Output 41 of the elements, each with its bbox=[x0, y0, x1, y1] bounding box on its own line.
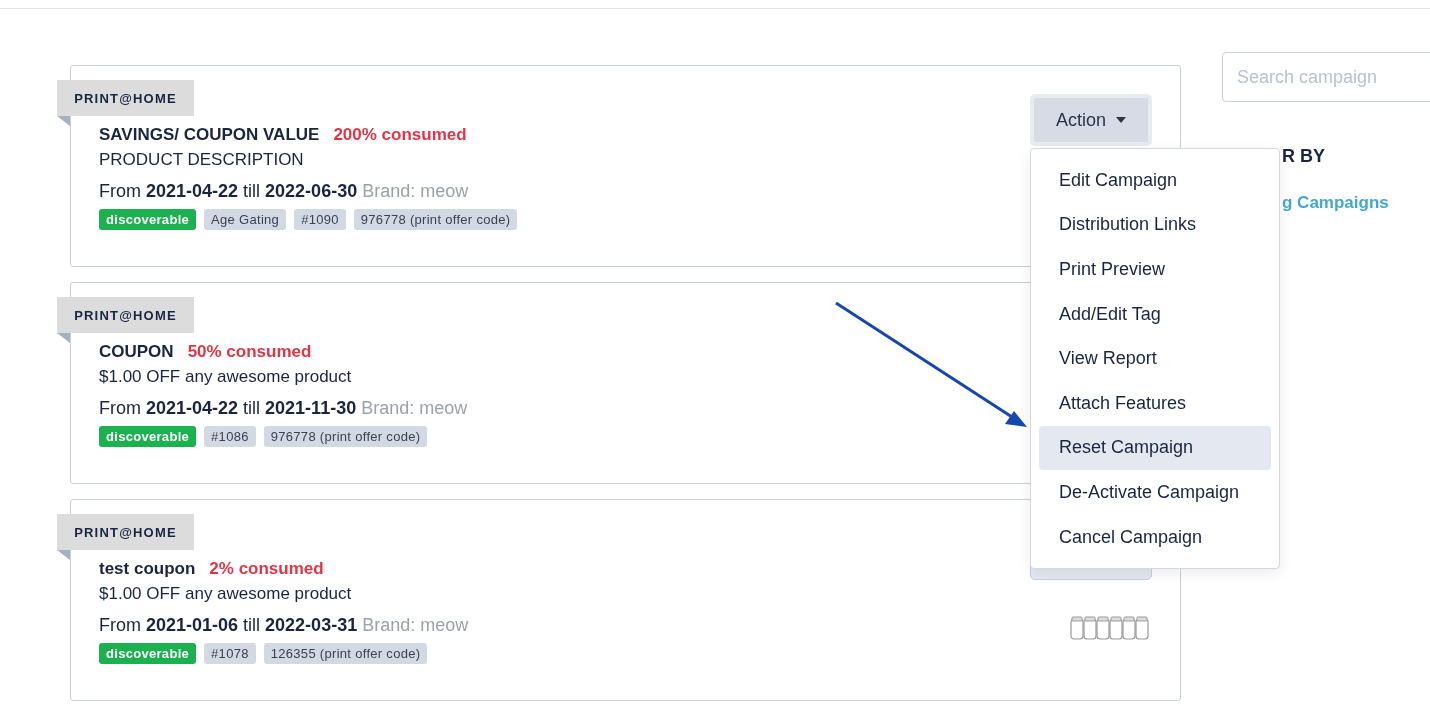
menu-item[interactable]: Add/Edit Tag bbox=[1039, 291, 1271, 337]
action-button[interactable]: Action bbox=[1030, 94, 1152, 146]
ribbon-fold bbox=[57, 333, 70, 343]
menu-item[interactable]: De-Activate Campaign bbox=[1039, 470, 1271, 515]
campaign-description: PRODUCT DESCRIPTION bbox=[99, 150, 304, 170]
menu-item[interactable]: Reset Campaign bbox=[1039, 425, 1271, 471]
tag-label: Age Gating bbox=[204, 209, 287, 230]
campaign-title: test coupon bbox=[99, 559, 196, 579]
channel-ribbon: PRINT@HOME bbox=[57, 297, 194, 333]
menu-item[interactable]: Edit Campaign bbox=[1039, 158, 1271, 203]
menu-item[interactable]: Cancel Campaign bbox=[1039, 514, 1271, 560]
consumed-text: 2% consumed bbox=[209, 559, 324, 579]
tag-label: #1086 bbox=[204, 426, 256, 447]
consumed-text: 50% consumed bbox=[187, 342, 312, 362]
channel-ribbon: PRINT@HOME bbox=[57, 514, 194, 550]
tag-label: 976778 (print offer code) bbox=[353, 209, 518, 230]
tag-label: #1090 bbox=[294, 209, 346, 230]
filter-heading: R BY bbox=[1282, 146, 1325, 167]
channel-ribbon: PRINT@HOME bbox=[57, 80, 194, 116]
status-badge: discoverable bbox=[99, 209, 197, 230]
menu-item[interactable]: View Report bbox=[1039, 336, 1271, 381]
consumed-text: 200% consumed bbox=[333, 125, 467, 145]
caret-icon bbox=[1116, 117, 1126, 123]
tag-label: 126355 (print offer code) bbox=[263, 643, 428, 664]
tag-label: #1078 bbox=[204, 643, 256, 664]
campaign-title: SAVINGS/ COUPON VALUE bbox=[99, 125, 320, 145]
ribbon-fold bbox=[57, 550, 70, 560]
ribbon-fold bbox=[57, 116, 70, 126]
menu-item[interactable]: Attach Features bbox=[1039, 380, 1271, 426]
menu-item[interactable]: Distribution Links bbox=[1039, 202, 1271, 248]
date-range-text: From 2021-04-22 till 2022-06-30 Brand: meow bbox=[99, 181, 469, 202]
search-field[interactable]: Search campaign bbox=[1222, 52, 1430, 102]
campaign-title: COUPON bbox=[99, 342, 174, 362]
status-badge: discoverable bbox=[99, 643, 197, 664]
campaign-description: $1.00 OFF any awesome product bbox=[99, 584, 352, 604]
status-badge: discoverable bbox=[99, 426, 197, 447]
date-range-text: From 2021-01-06 till 2022-03-31 Brand: meow bbox=[99, 615, 469, 636]
campaign-description: $1.00 OFF any awesome product bbox=[99, 367, 352, 387]
tag-label: 976778 (print offer code) bbox=[263, 426, 428, 447]
menu-item[interactable]: Print Preview bbox=[1039, 247, 1271, 292]
date-range-text: From 2021-04-22 till 2021-11-30 Brand: meow bbox=[99, 398, 468, 419]
